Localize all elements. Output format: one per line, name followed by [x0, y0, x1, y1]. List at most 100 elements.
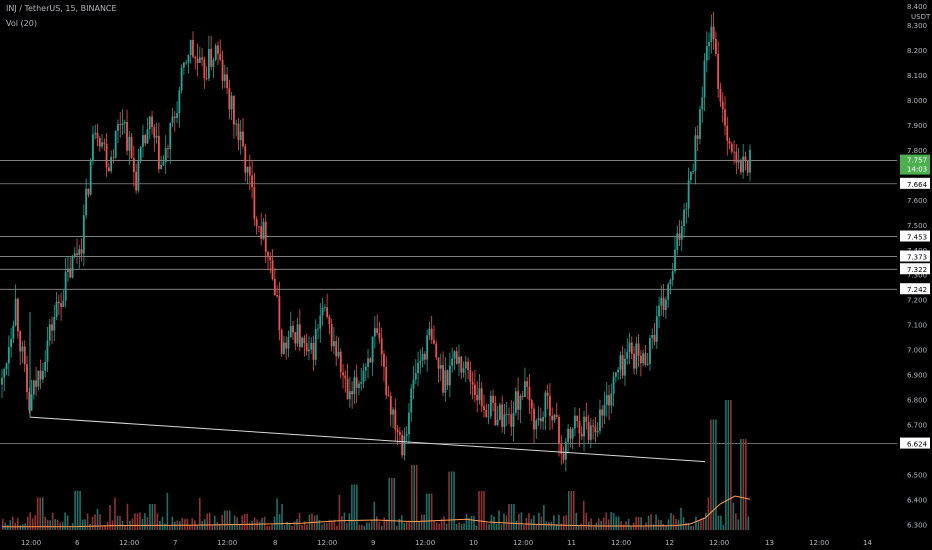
volume-bar — [445, 523, 448, 530]
volume-bar — [119, 515, 121, 530]
candle-body — [117, 124, 119, 131]
volume-bar — [572, 491, 575, 530]
volume-bar — [94, 514, 96, 530]
candle-body — [696, 135, 699, 139]
candle-body — [255, 218, 258, 227]
candle-body — [592, 425, 595, 427]
volume-bar — [567, 491, 570, 530]
candle-body — [228, 88, 231, 110]
candle-body — [471, 381, 474, 385]
candle-body — [235, 123, 238, 125]
price-axis-tick-label: 7.600 — [907, 197, 927, 205]
volume-bar — [712, 419, 715, 530]
volume-bar — [705, 512, 707, 530]
volume-indicator-label: Vol (20) — [6, 19, 37, 28]
candle-body — [383, 353, 385, 368]
candle-body — [114, 130, 117, 158]
volume-bar — [208, 512, 211, 530]
volume-bar — [89, 523, 91, 530]
volume-bar — [443, 516, 445, 530]
volume-bar — [390, 478, 393, 530]
time-axis-tick-label: 12:00 — [119, 539, 139, 547]
candle-body — [510, 414, 513, 427]
volume-bar — [351, 484, 353, 530]
volume-bar — [575, 512, 578, 530]
volume-bar — [483, 491, 485, 530]
volume-bar — [433, 520, 435, 530]
candle-body — [553, 414, 556, 421]
time-axis-tick-label: 12:00 — [611, 539, 631, 547]
price-chart[interactable]: 8.400 USDT8.300 8.200 8.100 8.000 7.900 7.800 7… — [0, 0, 932, 550]
volume-bar — [665, 525, 667, 530]
volume-bar — [311, 513, 313, 530]
volume-bar — [455, 523, 458, 530]
volume-bar — [256, 519, 258, 530]
candle-body — [360, 382, 363, 384]
candle-body — [608, 395, 610, 406]
candle-body — [574, 415, 576, 429]
candle-body — [333, 341, 335, 347]
volume-bar — [558, 514, 560, 530]
candle-body — [417, 362, 419, 374]
volume-bar — [174, 521, 176, 530]
candle-body — [378, 332, 381, 339]
volume-bar — [149, 504, 151, 530]
volume-bar — [76, 491, 79, 530]
candle-body — [328, 316, 331, 325]
volume-bar — [116, 515, 119, 530]
candle-body — [271, 260, 274, 279]
candle-body — [157, 135, 160, 170]
candle-body — [539, 418, 542, 422]
volume-bar — [2, 519, 4, 530]
candle-body — [614, 372, 617, 377]
volume-bar — [715, 419, 717, 530]
candle-body — [408, 412, 410, 435]
volume-bar — [331, 520, 333, 530]
volume-bar — [346, 522, 348, 530]
candle-body — [198, 57, 201, 63]
volume-bar — [86, 513, 89, 530]
candle-body — [583, 416, 585, 437]
candle-body — [742, 156, 745, 173]
candle-body — [355, 377, 358, 388]
volume-bar — [184, 519, 186, 530]
price-level-label: 7.322 — [907, 266, 927, 274]
candle-body — [305, 343, 308, 352]
candle-body — [712, 26, 715, 39]
candle-body — [392, 409, 394, 415]
candle-body — [389, 395, 392, 415]
candle-body — [178, 90, 181, 114]
candle-body — [182, 62, 185, 68]
volume-bar — [41, 497, 44, 530]
price-axis-tick-label: 6.900 — [907, 372, 927, 380]
candle-body — [353, 377, 356, 395]
volume-bar — [34, 515, 37, 530]
volume-bar — [508, 504, 510, 530]
price-axis-tick-label: 6.800 — [907, 397, 927, 405]
volume-bar — [463, 523, 465, 530]
candle-body — [692, 171, 695, 172]
candle-body — [544, 392, 547, 417]
candle-body — [12, 325, 15, 339]
volume-bar — [410, 465, 413, 530]
volume-bar — [131, 518, 134, 530]
candle-body — [348, 391, 351, 400]
candle-body — [437, 357, 440, 369]
candle-body — [649, 338, 651, 364]
time-axis-tick-label: 12:00 — [709, 539, 729, 547]
volume-bar — [29, 512, 32, 530]
candle-body — [278, 296, 281, 331]
candle-body — [42, 370, 44, 380]
volume-bar — [146, 517, 149, 530]
descending-trendline[interactable] — [29, 416, 706, 463]
volume-bar — [393, 478, 396, 530]
candle-body — [519, 395, 522, 410]
volume-bar — [288, 523, 291, 530]
candle-body — [489, 395, 492, 417]
volume-bar — [480, 491, 483, 530]
volume-bar — [56, 519, 59, 530]
candle-body — [387, 395, 390, 396]
chart-canvas[interactable]: 8.400 USDT 8.300 8.200 8.100 8.000 7.900 7.800 7… — [0, 0, 932, 550]
volume-bar — [543, 505, 545, 530]
volume-bar — [493, 516, 495, 530]
